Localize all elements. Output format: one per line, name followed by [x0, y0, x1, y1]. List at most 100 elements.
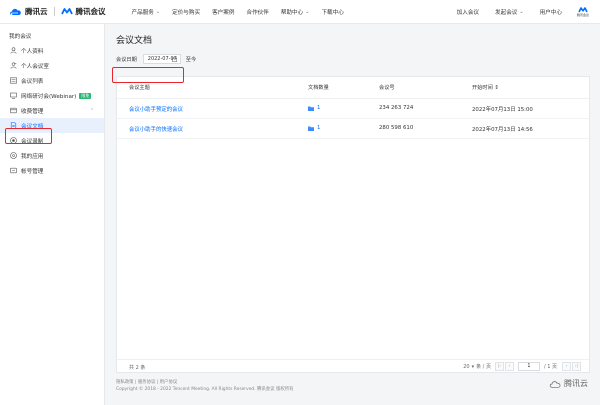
sidebar-item-label: 个人会议室	[21, 63, 49, 70]
nav-item[interactable]: 合作伙伴	[246, 8, 268, 16]
page-input[interactable]: 1	[517, 362, 540, 371]
page-size-suffix: 条 / 页	[476, 364, 491, 370]
sidebar-item[interactable]: 帐号管理	[0, 163, 104, 178]
last-page-button[interactable]: ›|	[572, 362, 581, 371]
account-icon	[10, 167, 17, 174]
nav-right-item[interactable]: 发起会议 ⌄	[495, 8, 524, 16]
table-footer: 共 2 条 20 ▾ 条 / 页 |‹ ‹ 1 / 1 页 › ›|	[117, 359, 589, 374]
nav-item-label: 下载中心	[321, 9, 344, 16]
table-row: 会议小助手的快速会议 1 280 598 610 2022年07月13日 14:…	[117, 119, 589, 139]
sidebar-item-label: 个人资料	[21, 48, 44, 55]
folder-icon	[308, 126, 314, 131]
nav-right-item[interactable]: 用户中心	[540, 8, 562, 16]
highlight-box-sidebar	[5, 128, 52, 144]
nav-item[interactable]: 产品服务 ⌄	[132, 8, 161, 16]
room-icon	[10, 62, 17, 69]
free-badge: 限免	[79, 92, 92, 99]
chevron-up-icon: ⌃	[89, 107, 94, 114]
nav-right-label: 加入会议	[456, 9, 480, 16]
nav-right-label: 发起会议	[495, 9, 518, 16]
brand-tencent-cloud: 腾讯云	[25, 7, 48, 16]
nav-item-label: 帮助中心	[280, 9, 304, 16]
meeting-topic-link[interactable]: 会议小助手预定的会议	[129, 105, 183, 113]
meeting-app-icon	[578, 6, 588, 12]
nav-item[interactable]: 帮助中心 ⌄	[281, 8, 310, 16]
footer-brand: 腾讯云	[549, 378, 588, 389]
doc-count[interactable]: 1	[308, 125, 320, 131]
nav-item[interactable]: 下载中心	[321, 8, 343, 16]
page-footer: 隐私政策 | 服务协议 | 用户协议 Copyright © 2018 - 20…	[116, 379, 294, 393]
filter-label: 会议日期	[116, 56, 137, 63]
date-filter: 会议日期 2022-07-07 至今	[116, 54, 196, 64]
meeting-id: 234 263 724	[379, 105, 414, 111]
page-size-select[interactable]: 20 ▾ 条 / 页	[463, 363, 491, 371]
highlight-box-row	[112, 67, 184, 83]
sidebar-item[interactable]: 我的应用	[0, 148, 104, 163]
tencent-meeting-logo[interactable]: 腾讯会议	[60, 6, 106, 17]
date-input[interactable]: 2022-07-07	[142, 54, 181, 64]
app-icon	[10, 152, 17, 159]
meeting-logo-icon	[60, 8, 73, 15]
brand-tencent-meeting: 腾讯会议	[75, 7, 106, 16]
date-to-label: 至今	[185, 56, 197, 63]
prev-page-button[interactable]: ‹	[504, 362, 514, 371]
sidebar-item-label: 会议列表	[21, 78, 44, 85]
webinar-icon	[10, 92, 17, 99]
table-row: 会议小助手预定的会议 1 234 263 724 2022年07月13日 15:…	[117, 99, 589, 119]
user-icon	[10, 47, 17, 54]
sidebar-item[interactable]: 网络研讨会(Webinar) 限免	[0, 88, 104, 103]
top-navbar: 腾讯云 腾讯会议 产品服务 ⌄ 定价与购买 客户案例 合作伙伴 帮助中心 ⌄ 下载中心 加入会…	[0, 0, 600, 24]
main-nav: 产品服务 ⌄ 定价与购买 客户案例 合作伙伴 帮助中心 ⌄ 下载中心	[132, 8, 356, 16]
main-content: 会议文档 会议日期 2022-07-07 至今 会议主题 文档数量 会议号 开始…	[105, 24, 600, 405]
col-doc-count: 文档数量	[308, 85, 329, 91]
doc-count[interactable]: 1	[308, 105, 320, 111]
page-size-value: 20	[463, 363, 470, 370]
nav-right-item[interactable]: 加入会议	[457, 8, 479, 16]
nav-item[interactable]: 客户案例	[212, 8, 234, 16]
sidebar-item-label: 网络研讨会(Webinar)	[21, 93, 77, 100]
sidebar-item-label: 帐号管理	[21, 168, 44, 175]
chevron-down-icon: ⌄	[305, 8, 310, 15]
col-meeting-id: 会议号	[379, 85, 395, 91]
start-time: 2022年07月13日 14:56	[472, 127, 533, 133]
meeting-topic-link[interactable]: 会议小助手的快速会议	[129, 125, 183, 133]
nav-right-label: 用户中心	[539, 9, 562, 16]
sidebar-heading: 我的会议	[9, 34, 32, 40]
tencent-cloud-logo[interactable]: 腾讯云	[9, 6, 48, 17]
cloud-icon	[549, 380, 561, 388]
sidebar-item[interactable]: 收费管理 ⌃	[0, 103, 104, 118]
sidebar-item[interactable]: 会议列表	[0, 73, 104, 88]
footer-links[interactable]: 隐私政策 | 服务协议 | 用户协议	[116, 379, 294, 386]
calendar-icon	[171, 57, 177, 64]
chevron-down-icon: ⌄	[155, 8, 161, 15]
nav-item[interactable]: 定价与购买	[172, 8, 200, 16]
app-logo-text: 腾讯会议	[576, 12, 589, 17]
nav-item-label: 产品服务	[131, 9, 154, 16]
start-time: 2022年07月13日 15:00	[472, 107, 533, 113]
total-count: 共 2 条	[129, 365, 146, 371]
sidebar-item[interactable]: 个人资料	[0, 43, 104, 58]
next-page-button[interactable]: ›	[562, 362, 571, 371]
logo-divider	[53, 7, 55, 16]
sidebar-item[interactable]: 个人会议室	[0, 58, 104, 73]
col-start-time[interactable]: 开始时间 ⇕	[472, 84, 499, 91]
nav-item-label: 定价与购买	[172, 9, 201, 16]
chevron-down-icon: ⌄	[519, 8, 524, 15]
page-total: / 1 页	[543, 364, 557, 370]
sidebar: 我的会议 个人资料 个人会议室 会议列表 网络研讨会(Webinar) 限免 收费管理 ⌃ 会…	[0, 24, 105, 405]
nav-item-label: 客户案例	[212, 9, 235, 16]
sidebar-list: 个人资料 个人会议室 会议列表 网络研讨会(Webinar) 限免 收费管理 ⌃ 会议文档 会议…	[0, 43, 104, 178]
copyright: Copyright © 2018 - 2022 Tencent Meeting.…	[116, 387, 294, 392]
documents-table: 会议主题 文档数量 会议号 开始时间 ⇕ 会议小助手预定的会议 1 234 26…	[116, 76, 590, 373]
app-logo[interactable]: 腾讯会议	[576, 5, 590, 19]
nav-item-label: 合作伙伴	[246, 9, 269, 16]
doc-count-value: 1	[317, 105, 321, 111]
col-topic: 会议主题	[129, 85, 150, 91]
table-header: 会议主题 文档数量 会议号 开始时间 ⇕	[117, 77, 589, 99]
list-icon	[10, 77, 17, 84]
page-title: 会议文档	[116, 36, 153, 46]
sidebar-item-label: 收费管理	[21, 108, 44, 115]
fee-icon	[10, 107, 17, 114]
cloud-icon	[9, 7, 22, 16]
first-page-button[interactable]: |‹	[494, 362, 504, 371]
